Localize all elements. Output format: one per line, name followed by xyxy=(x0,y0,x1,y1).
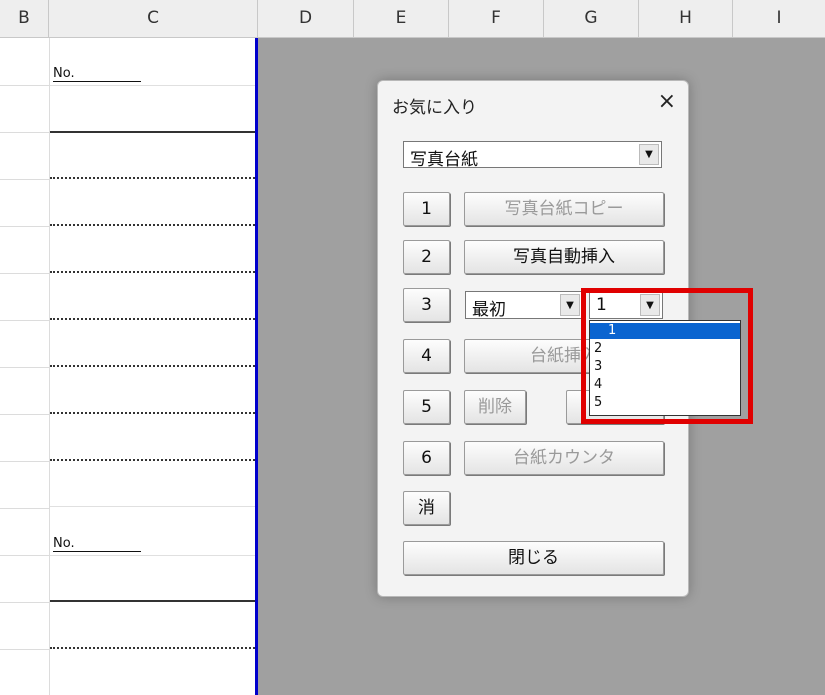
button-1[interactable]: 1 xyxy=(403,192,450,226)
erase-button[interactable]: 消 xyxy=(403,491,450,525)
highlight-box xyxy=(581,288,753,424)
number-label: No. xyxy=(53,66,141,82)
grid-line xyxy=(50,555,255,556)
grid-line xyxy=(0,85,49,86)
dotted-rule xyxy=(50,412,255,414)
button-2[interactable]: 2 xyxy=(403,240,450,274)
chevron-down-icon[interactable]: ▼ xyxy=(560,294,580,316)
column-header-bar: B C D E F G H I xyxy=(0,0,825,38)
close-icon[interactable]: × xyxy=(658,89,676,114)
column-header-g[interactable]: G xyxy=(544,0,639,37)
delete-button[interactable]: 削除 xyxy=(464,390,526,424)
title-underline xyxy=(50,600,255,602)
column-header-b[interactable]: B xyxy=(0,0,49,37)
button-4[interactable]: 4 xyxy=(403,339,450,373)
position-combo[interactable]: 最初 ▼ xyxy=(465,291,583,320)
print-border xyxy=(255,38,258,695)
column-header-h[interactable]: H xyxy=(639,0,733,37)
grid-line xyxy=(0,320,49,321)
dotted-rule xyxy=(50,647,255,649)
grid-line xyxy=(50,85,255,86)
column-header-e[interactable]: E xyxy=(354,0,449,37)
chevron-down-icon[interactable]: ▼ xyxy=(639,144,659,165)
dotted-rule xyxy=(50,224,255,226)
grid-line xyxy=(0,649,49,650)
grid-line xyxy=(0,414,49,415)
grid-line xyxy=(50,506,255,507)
number-label: No. xyxy=(53,536,141,552)
grid-line xyxy=(0,461,49,462)
close-button[interactable]: 閉じる xyxy=(403,541,664,575)
dotted-rule xyxy=(50,318,255,320)
grid-line xyxy=(0,508,49,509)
grid-line xyxy=(0,367,49,368)
auto-insert-photo-button[interactable]: 写真自動挿入 xyxy=(464,240,664,274)
column-header-d[interactable]: D xyxy=(258,0,354,37)
title-underline xyxy=(50,131,255,133)
dialog-title: お気に入り xyxy=(392,98,477,118)
dotted-rule xyxy=(50,177,255,179)
grid-line xyxy=(0,602,49,603)
dotted-rule xyxy=(50,365,255,367)
template-combo[interactable]: 写真台紙 ▼ xyxy=(403,141,662,170)
grid-line xyxy=(0,555,49,556)
dotted-rule xyxy=(50,271,255,273)
grid-line xyxy=(0,226,49,227)
button-3[interactable]: 3 xyxy=(403,288,450,322)
grid-line xyxy=(0,179,49,180)
copy-template-button[interactable]: 写真台紙コピー xyxy=(464,192,664,226)
column-header-f[interactable]: F xyxy=(449,0,544,37)
template-counter-button[interactable]: 台紙カウンタ xyxy=(464,441,664,475)
grid-line xyxy=(0,132,49,133)
spreadsheet-grid[interactable]: No. No. xyxy=(0,38,258,695)
column-header-i[interactable]: I xyxy=(733,0,825,37)
button-6[interactable]: 6 xyxy=(403,441,450,475)
dotted-rule xyxy=(50,459,255,461)
button-5[interactable]: 5 xyxy=(403,390,450,424)
column-header-c[interactable]: C xyxy=(49,0,258,37)
grid-line xyxy=(0,273,49,274)
position-combo-value: 最初 xyxy=(472,300,506,320)
template-combo-value: 写真台紙 xyxy=(410,150,478,170)
